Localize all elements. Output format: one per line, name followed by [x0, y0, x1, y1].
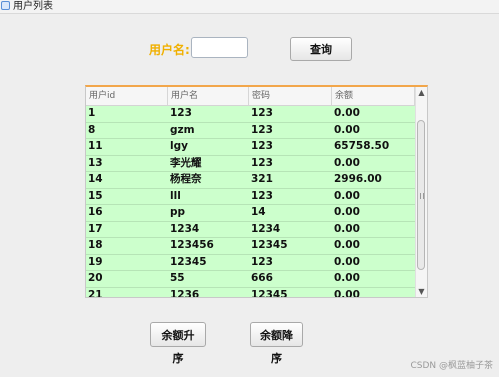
search-button[interactable]: 查询	[290, 37, 352, 61]
username-cell: pp	[170, 206, 186, 218]
table-row[interactable]: 19 12345 123 0.00	[86, 254, 415, 271]
user-id-cell: 11	[88, 140, 103, 152]
username-cell: gzm	[170, 123, 195, 136]
password-cell: 123	[251, 140, 273, 152]
user-id-cell: 20	[88, 272, 103, 284]
password-cell: 12345	[251, 239, 288, 251]
balance-cell: 0.00	[334, 255, 360, 268]
password-cell: 123	[251, 123, 273, 136]
table-row[interactable]: 1 123 123 0.00	[86, 106, 415, 123]
watermark: CSDN @枫蓝柚子茶	[410, 361, 493, 371]
username-cell: 李光耀	[170, 156, 202, 169]
balance-cell: 2996.00	[334, 173, 382, 185]
username-cell: lll	[170, 189, 181, 202]
user-id-cell: 13	[88, 156, 103, 169]
balance-cell: 0.00	[334, 206, 360, 218]
username-cell: lgy	[170, 140, 188, 152]
scroll-down-arrow-icon[interactable]: ▼	[416, 286, 427, 297]
password-cell: 1234	[251, 222, 281, 235]
vertical-scrollbar[interactable]: ▲ ▼	[415, 87, 427, 297]
window-title: 用户列表	[13, 1, 53, 12]
password-cell: 123	[251, 156, 273, 169]
user-table: 用户id 用户名 密码 余额 1 123 123 0.00 8 gzm 123 0.00 11 l…	[85, 85, 428, 298]
balance-cell: 0.00	[334, 189, 360, 202]
username-label: 用户名:	[149, 43, 190, 57]
balance-cell: 0.00	[334, 123, 360, 136]
column-header-username[interactable]: 用户名	[168, 87, 249, 105]
user-id-cell: 14	[88, 173, 103, 185]
username-cell: 1234	[170, 222, 200, 235]
balance-cell: 0.00	[334, 239, 360, 251]
column-header-password[interactable]: 密码	[249, 87, 332, 105]
table-body: 1 123 123 0.00 8 gzm 123 0.00 11 lgy 123 65758.50 13…	[86, 106, 415, 298]
app-window-icon	[1, 1, 10, 10]
table-row[interactable]: 20 55 666 0.00	[86, 271, 415, 288]
table-row[interactable]: 8 gzm 123 0.00	[86, 122, 415, 139]
user-id-cell: 18	[88, 239, 103, 251]
username-cell: 123456	[170, 239, 214, 251]
scroll-thumb[interactable]	[417, 120, 425, 270]
table-row[interactable]: 21 1236 12345 0.00	[86, 287, 415, 298]
title-bar: 用户列表	[0, 0, 499, 14]
balance-cell: 65758.50	[334, 140, 390, 152]
password-cell: 321	[251, 173, 273, 185]
user-id-cell: 16	[88, 206, 103, 218]
username-cell: 1236	[170, 288, 200, 298]
table-row[interactable]: 18 123456 12345 0.00	[86, 238, 415, 255]
table-row[interactable]: 13 李光耀 123 0.00	[86, 155, 415, 172]
username-cell: 12345	[170, 255, 207, 268]
user-id-cell: 8	[88, 123, 96, 136]
table-row[interactable]: 14 杨程奈 321 2996.00	[86, 172, 415, 189]
sort-balance-desc-button[interactable]: 余额降序	[250, 322, 303, 365]
column-header-balance[interactable]: 余额	[332, 87, 415, 105]
balance-cell: 0.00	[334, 222, 360, 235]
table-header: 用户id 用户名 密码 余额	[86, 87, 415, 106]
password-cell: 123	[251, 189, 273, 202]
password-cell: 123	[251, 255, 273, 268]
user-id-cell: 21	[88, 288, 103, 298]
password-cell: 14	[251, 206, 266, 218]
password-cell: 666	[251, 272, 273, 284]
user-id-cell: 19	[88, 255, 103, 268]
username-cell: 123	[170, 107, 192, 119]
user-id-cell: 17	[88, 222, 103, 235]
balance-cell: 0.00	[334, 288, 360, 298]
column-header-user-id[interactable]: 用户id	[86, 87, 168, 105]
user-id-cell: 15	[88, 189, 103, 202]
table-row[interactable]: 11 lgy 123 65758.50	[86, 139, 415, 156]
table-row[interactable]: 16 pp 14 0.00	[86, 205, 415, 222]
balance-cell: 0.00	[334, 107, 360, 119]
scroll-up-arrow-icon[interactable]: ▲	[416, 87, 427, 99]
table-row[interactable]: 15 lll 123 0.00	[86, 188, 415, 205]
username-input[interactable]	[191, 37, 248, 58]
sort-balance-asc-button[interactable]: 余额升序	[150, 322, 206, 365]
password-cell: 12345	[251, 288, 288, 298]
balance-cell: 0.00	[334, 272, 360, 284]
balance-cell: 0.00	[334, 156, 360, 169]
username-cell: 55	[170, 272, 185, 284]
scroll-grip-icon	[420, 193, 424, 199]
table-row[interactable]: 17 1234 1234 0.00	[86, 221, 415, 238]
username-cell: 杨程奈	[170, 173, 202, 185]
user-id-cell: 1	[88, 107, 96, 119]
password-cell: 123	[251, 107, 273, 119]
